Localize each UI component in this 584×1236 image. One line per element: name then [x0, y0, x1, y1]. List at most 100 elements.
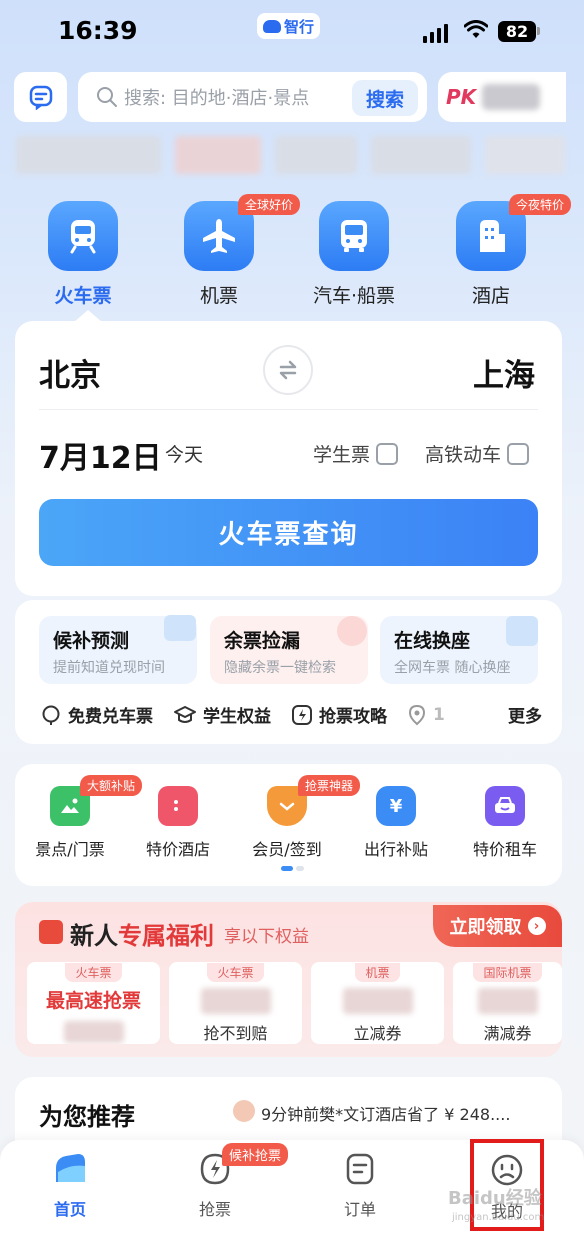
day-label: 今天 [165, 444, 204, 466]
swap-cities-button[interactable] [263, 345, 313, 395]
search-icon [97, 87, 117, 107]
newuser-subtitle: 享以下权益 [224, 927, 309, 947]
blurred-value [200, 988, 271, 1014]
chart-icon [164, 615, 196, 641]
coupon-instant-discount[interactable]: 机票 立减券 [311, 962, 444, 1044]
message-button[interactable] [14, 72, 67, 122]
coupon-spend-discount[interactable]: 国际机票 满减券 [453, 962, 562, 1044]
service-car-rental[interactable]: 特价租车 [455, 786, 555, 860]
waitlist-badge: 候补抢票 [222, 1143, 289, 1166]
service-subsidy[interactable]: ¥ 出行补贴 [346, 786, 446, 860]
more-link[interactable]: 更多 [502, 702, 542, 727]
swap-icon [279, 360, 297, 380]
watermark-url: jingyan.baidu.com [452, 1212, 545, 1223]
service-label: 景点/门票 [35, 840, 105, 859]
blurred-chip[interactable] [485, 136, 565, 174]
student-ticket-checkbox[interactable] [376, 442, 399, 465]
train-query-button[interactable]: 火车票查询 [39, 499, 538, 566]
blurred-chip[interactable] [275, 136, 357, 174]
coupon-tag: 机票 [355, 963, 400, 982]
subsidy-icon: ¥ [376, 786, 416, 826]
service-label: 特价酒店 [145, 840, 210, 859]
train-links-row: 免费兑车票 学生权益 抢票攻略 1 [40, 702, 540, 727]
travel-date[interactable]: 7月12日 [39, 433, 162, 477]
app-logo-icon [262, 19, 281, 33]
claim-label: 立即领取 [449, 917, 522, 938]
wifi-icon [464, 20, 488, 38]
red-envelope-icon [39, 920, 63, 944]
feature-subtitle: 隐藏余票一键检索 [224, 660, 336, 676]
service-scenic[interactable]: 景点/门票 [20, 786, 120, 860]
app-name: 智行 [283, 17, 314, 36]
category-flight[interactable]: 机票 [175, 201, 263, 308]
search-button[interactable]: 搜索 [352, 80, 418, 116]
tab-home[interactable]: 首页 [30, 1150, 110, 1220]
graduation-cap-icon [174, 705, 196, 723]
coupon-refund-guarantee[interactable]: 火车票 抢不到赔 [169, 962, 302, 1044]
arrival-city[interactable]: 上海 [473, 350, 535, 395]
departure-city[interactable]: 北京 [39, 350, 101, 395]
search-placeholder: 搜索: 目的地·酒店·景点 [124, 88, 310, 109]
coupon-name: 立减券 [353, 1024, 402, 1043]
user-avatar [233, 1100, 255, 1122]
highspeed-label: 高铁动车 [425, 444, 502, 466]
tab-label: 抢票 [198, 1200, 231, 1219]
hotel-promo-badge: 今夜特价 [509, 194, 572, 215]
link-free-ticket[interactable]: 免费兑车票 [40, 702, 153, 727]
car-rental-icon [485, 786, 525, 826]
watermark: Baidu经验 [448, 1188, 542, 1209]
divider [39, 409, 538, 410]
hotel-deal-icon [158, 786, 198, 826]
service-member[interactable]: 会员/签到 [237, 786, 337, 860]
service-label: 会员/签到 [252, 840, 322, 859]
service-label: 特价租车 [472, 840, 537, 859]
claim-now-button[interactable]: 立即领取 › [433, 905, 562, 947]
app-indicator[interactable]: 智行 [257, 13, 320, 39]
blurred-chip[interactable] [16, 136, 161, 174]
service-hotel-deal[interactable]: 特价酒店 [128, 786, 228, 860]
blurred-chip[interactable] [371, 136, 471, 174]
student-ticket-label: 学生票 [313, 444, 371, 466]
service-label: 出行补贴 [363, 840, 428, 859]
highspeed-option[interactable]: 高铁动车 [425, 440, 530, 467]
pk-banner[interactable]: PK [438, 72, 566, 122]
coupon-tag: 火车票 [65, 963, 122, 982]
category-bus-ship[interactable]: 汽车·船票 [310, 201, 398, 308]
services-pager [281, 866, 304, 871]
category-label: 汽车·船票 [312, 285, 396, 307]
home-icon [56, 1154, 85, 1182]
link-label: 抢票攻略 [319, 707, 387, 727]
blurred-value [477, 988, 538, 1014]
coupon-main: 最高速抢票 [45, 990, 141, 1012]
message-icon [29, 85, 52, 110]
bus-icon [319, 201, 389, 271]
feature-subtitle: 全网车票 随心换座 [394, 660, 511, 676]
pk-blurred-content [482, 84, 541, 110]
location-icon [408, 704, 426, 725]
blurred-value [63, 1021, 124, 1043]
seat-swap-icon [506, 616, 538, 646]
tab-label: 订单 [343, 1200, 376, 1219]
train-icon [48, 201, 118, 271]
category-label: 酒店 [471, 285, 510, 307]
feature-title: 余票捡漏 [224, 630, 301, 652]
clock-icon [337, 616, 367, 646]
student-ticket-option[interactable]: 学生票 [313, 440, 399, 467]
category-label: 火车票 [54, 285, 112, 307]
link-grab-guide[interactable]: 抢票攻略 [291, 702, 387, 727]
link-student-benefits[interactable]: 学生权益 [173, 702, 271, 727]
newuser-title: 新人专属福利 [70, 922, 214, 950]
coupon-fast-grab[interactable]: 火车票 最高速抢票 [27, 962, 160, 1044]
category-train[interactable]: 火车票 [39, 201, 127, 308]
battery-icon: 82 [498, 21, 536, 42]
highspeed-checkbox[interactable] [507, 442, 530, 465]
category-label: 机票 [199, 285, 238, 307]
battery-level: 82 [505, 22, 529, 41]
recommend-title: 为您推荐 [39, 1103, 135, 1131]
category-hotel[interactable]: 酒店 [447, 201, 535, 308]
arrow-right-icon: › [527, 917, 546, 935]
tab-orders[interactable]: 订单 [320, 1150, 400, 1220]
link-partial[interactable]: 1 [407, 704, 445, 726]
blurred-chip[interactable] [175, 136, 261, 174]
status-time: 16:39 [58, 16, 138, 45]
